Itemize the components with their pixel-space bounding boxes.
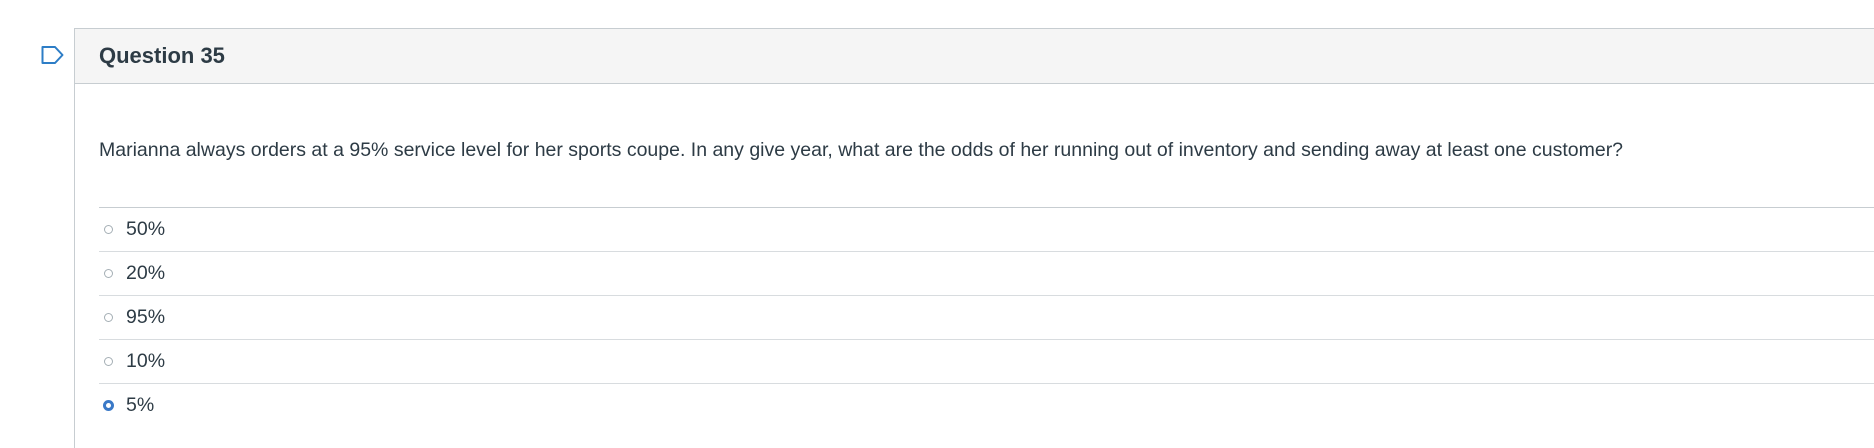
answer-option[interactable]: 95% [99,296,1874,340]
answer-label: 20% [126,262,166,284]
question-card: Question 35 Marianna always orders at a … [74,28,1874,448]
answer-label: 5% [126,394,155,416]
question-title: Question 35 [99,43,225,68]
radio-button[interactable] [104,269,113,278]
answer-label: 50% [126,218,166,240]
answer-option[interactable]: 10% [99,340,1874,384]
question-header: Question 35 [75,29,1874,84]
quiz-page: Question 35 Marianna always orders at a … [0,0,1874,448]
answer-list: 50% 20% 95% 10% 5% [99,207,1874,427]
question-text: Marianna always orders at a 95% service … [99,139,1624,161]
flag-question-icon[interactable] [41,45,65,65]
answer-option[interactable]: 20% [99,252,1874,296]
radio-button[interactable] [104,225,113,234]
answer-label: 10% [126,350,166,372]
radio-button[interactable] [104,313,113,322]
answer-label: 95% [126,306,166,328]
radio-button-selected[interactable] [103,400,114,411]
radio-button[interactable] [104,357,113,366]
answer-option[interactable]: 5% [99,384,1874,427]
answer-option[interactable]: 50% [99,208,1874,252]
